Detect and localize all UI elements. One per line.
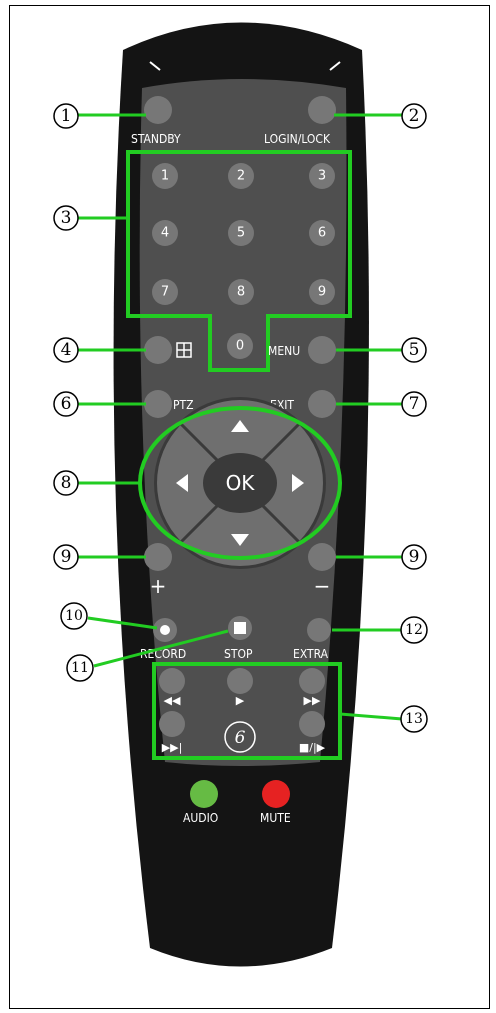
svg-text:3: 3: [318, 169, 326, 184]
mute-label: MUTE: [260, 811, 291, 825]
ok-label: OK: [226, 471, 256, 495]
svg-text:7: 7: [161, 285, 169, 300]
svg-text:8: 8: [61, 473, 72, 493]
svg-text:1: 1: [61, 106, 72, 126]
ptz-label: PTZ: [173, 398, 194, 412]
stop-step-button[interactable]: [299, 711, 325, 737]
login-lock-button[interactable]: [308, 96, 336, 124]
svg-text:7: 7: [409, 394, 420, 414]
exit-button[interactable]: [308, 390, 336, 418]
svg-text:8: 8: [237, 285, 245, 300]
svg-text:10: 10: [65, 608, 83, 624]
svg-text:2: 2: [409, 106, 420, 126]
svg-text:1: 1: [161, 169, 169, 184]
standby-button[interactable]: [144, 96, 172, 124]
svg-text:0: 0: [236, 339, 244, 354]
minus-button[interactable]: [308, 543, 336, 571]
menu-label: MENU: [268, 344, 300, 358]
svg-text:9: 9: [409, 547, 420, 567]
login-lock-label: LOGIN/LOCK: [264, 132, 331, 146]
standby-label: STANDBY: [131, 132, 181, 146]
stop-square-icon: [234, 622, 246, 634]
minus-label: −: [314, 574, 331, 598]
svg-text:4: 4: [161, 226, 169, 241]
multiscreen-button[interactable]: [144, 336, 172, 364]
fast-forward-icon: ▶▶: [304, 694, 321, 707]
svg-text:2: 2: [237, 169, 245, 184]
rewind-button[interactable]: [159, 668, 185, 694]
stop-label: STOP: [224, 647, 253, 661]
play-button[interactable]: [227, 668, 253, 694]
extra-button[interactable]: [307, 618, 331, 642]
svg-text:6: 6: [318, 226, 326, 241]
remote-control-diagram: STANDBY LOGIN/LOCK 1 2 3 4 5 6 7 8 9 0 M…: [53, 22, 428, 967]
fast-forward-button[interactable]: [299, 668, 325, 694]
rewind-icon: ◀◀: [164, 694, 181, 707]
mute-button[interactable]: [262, 780, 290, 808]
plus-button[interactable]: [144, 543, 172, 571]
svg-text:9: 9: [61, 547, 72, 567]
audio-label: AUDIO: [183, 811, 218, 825]
play-icon: ▶: [236, 694, 245, 707]
record-dot-icon: [160, 625, 170, 635]
ptz-button[interactable]: [144, 390, 172, 418]
next-icon: ▶▶|: [162, 741, 183, 754]
svg-text:5: 5: [409, 340, 420, 360]
menu-button[interactable]: [308, 336, 336, 364]
six-circle-label: 6: [235, 728, 246, 748]
next-button[interactable]: [159, 711, 185, 737]
audio-button[interactable]: [190, 780, 218, 808]
svg-text:11: 11: [71, 660, 89, 676]
svg-text:6: 6: [61, 394, 72, 414]
stop-step-icon: ■/|▶: [299, 741, 326, 754]
svg-text:13: 13: [405, 711, 423, 727]
svg-text:3: 3: [61, 208, 72, 228]
svg-text:9: 9: [318, 285, 326, 300]
plus-label: +: [150, 574, 167, 598]
svg-text:12: 12: [405, 622, 423, 638]
extra-label: EXTRA: [293, 647, 329, 661]
svg-text:4: 4: [61, 340, 72, 360]
svg-text:5: 5: [237, 226, 245, 241]
